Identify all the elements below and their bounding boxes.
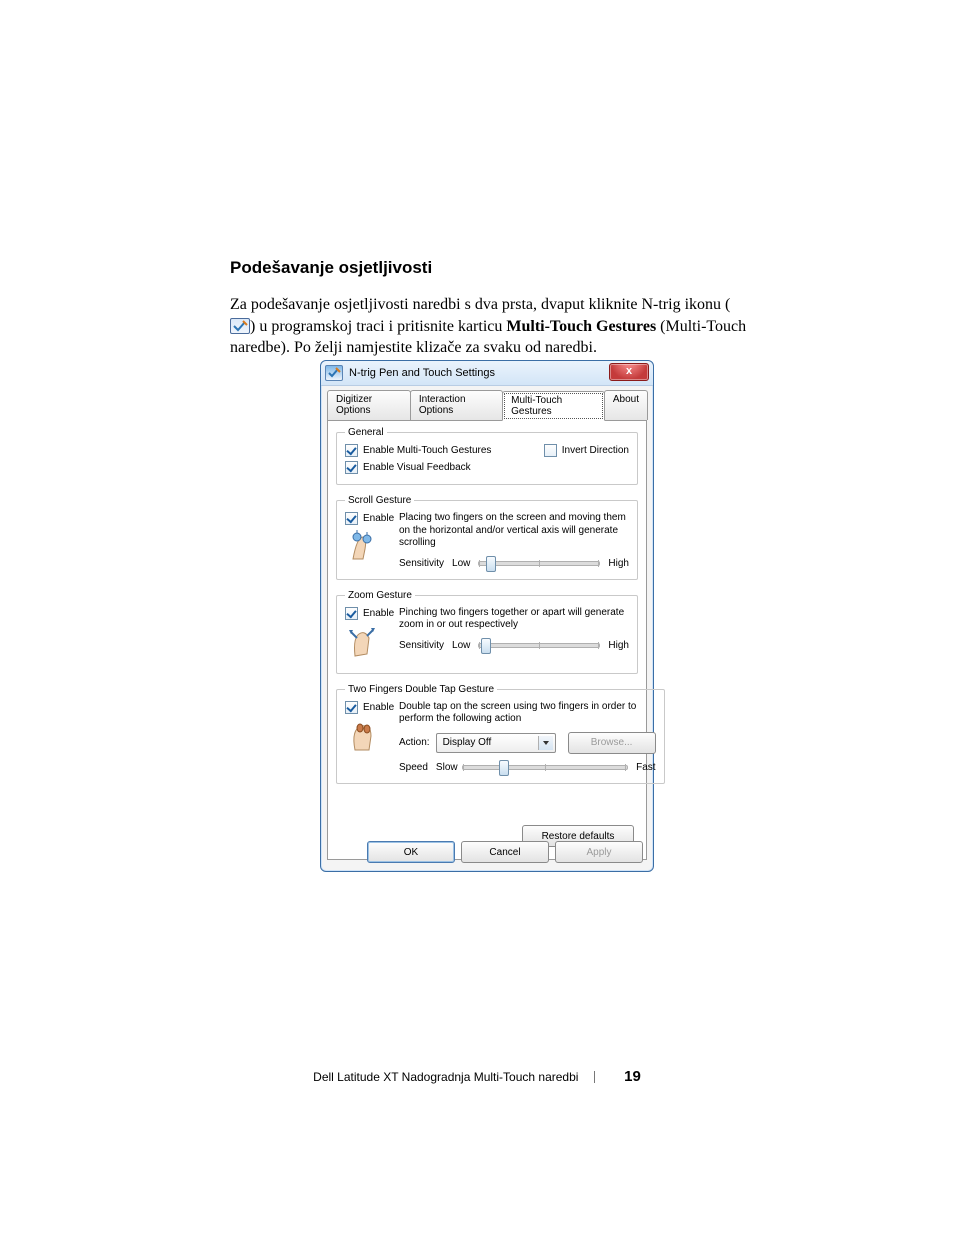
sensitivity-label: Sensitivity — [399, 558, 444, 569]
group-legend: General — [345, 427, 387, 438]
chevron-down-icon — [538, 736, 553, 750]
paragraph-text: Za podešavanje osjetljivosti naredbi s d… — [230, 296, 730, 313]
paragraph-bold: Multi-Touch Gestures — [506, 318, 656, 335]
group-legend: Scroll Gesture — [345, 495, 414, 506]
checkbox-label: Enable — [363, 608, 394, 619]
low-label: Low — [452, 640, 470, 651]
ntrig-app-icon — [325, 365, 343, 381]
checkbox-scroll-enable[interactable] — [345, 512, 358, 525]
sensitivity-label: Sensitivity — [399, 640, 444, 651]
page-footer: Dell Latitude XT Nadogradnja Multi-Touch… — [0, 1068, 954, 1085]
footer-text: Dell Latitude XT Nadogradnja Multi-Touch… — [313, 1070, 578, 1084]
checkbox-label: Enable Visual Feedback — [363, 462, 471, 473]
doubletap-speed-slider[interactable] — [462, 765, 628, 770]
double-tap-gesture-icon — [345, 718, 381, 754]
scroll-gesture-icon — [345, 529, 381, 565]
paragraph-text: ) u programskoj traci i pritisnite karti… — [250, 318, 506, 335]
group-legend: Two Fingers Double Tap Gesture — [345, 684, 497, 695]
title-bar[interactable]: N-trig Pen and Touch Settings x — [321, 361, 653, 386]
ntrig-tray-icon — [230, 318, 250, 334]
tab-row: Digitizer Options Interaction Options Mu… — [321, 386, 653, 420]
tab-about[interactable]: About — [604, 390, 648, 420]
scroll-sensitivity-slider[interactable] — [478, 561, 600, 566]
group-legend: Zoom Gesture — [345, 590, 415, 601]
tab-interaction-options[interactable]: Interaction Options — [410, 390, 503, 420]
tab-multi-touch-gestures[interactable]: Multi-Touch Gestures — [502, 391, 605, 421]
checkbox-label: Enable Multi-Touch Gestures — [363, 445, 491, 456]
apply-button[interactable]: Apply — [555, 841, 643, 863]
checkbox-zoom-enable[interactable] — [345, 607, 358, 620]
checkbox-doubletap-enable[interactable] — [345, 701, 358, 714]
browse-button[interactable]: Browse... — [568, 732, 656, 754]
zoom-sensitivity-slider[interactable] — [478, 643, 600, 648]
high-label: High — [608, 558, 629, 569]
slow-label: Slow — [436, 762, 454, 773]
settings-dialog: N-trig Pen and Touch Settings x Digitize… — [320, 360, 654, 872]
action-dropdown[interactable]: Display Off — [436, 733, 556, 753]
section-heading: Podešavanje osjetljivosti — [230, 258, 750, 278]
checkbox-label: Enable — [363, 513, 394, 524]
group-double-tap-gesture: Two Fingers Double Tap Gesture Enable Do… — [336, 684, 665, 784]
zoom-description: Pinching two fingers together or apart w… — [399, 607, 629, 632]
speed-label: Speed — [399, 762, 428, 773]
close-icon: x — [626, 365, 632, 377]
footer-separator — [594, 1071, 595, 1083]
group-scroll-gesture: Scroll Gesture Enable Placing two f — [336, 495, 638, 580]
group-general: General Enable Multi-Touch Gestures Inve… — [336, 427, 638, 485]
window-title: N-trig Pen and Touch Settings — [349, 367, 495, 379]
fast-label: Fast — [636, 762, 655, 773]
tab-digitizer-options[interactable]: Digitizer Options — [327, 390, 411, 420]
ok-button[interactable]: OK — [367, 841, 455, 863]
zoom-gesture-icon — [345, 624, 381, 660]
checkbox-label: Invert Direction — [562, 445, 629, 456]
cancel-button[interactable]: Cancel — [461, 841, 549, 863]
checkbox-enable-visual-feedback[interactable] — [345, 461, 358, 474]
close-button[interactable]: x — [609, 363, 649, 381]
dialog-buttons: OK Cancel Apply — [367, 841, 643, 863]
checkbox-enable-multitouch[interactable] — [345, 444, 358, 457]
high-label: High — [608, 640, 629, 651]
dropdown-value: Display Off — [443, 737, 492, 748]
action-label: Action: — [399, 737, 430, 748]
tab-panel: General Enable Multi-Touch Gestures Inve… — [327, 420, 647, 860]
page-number: 19 — [624, 1068, 641, 1085]
checkbox-invert-direction[interactable] — [544, 444, 557, 457]
scroll-description: Placing two fingers on the screen and mo… — [399, 512, 629, 550]
section-paragraph: Za podešavanje osjetljivosti naredbi s d… — [230, 294, 750, 359]
doubletap-description: Double tap on the screen using two finge… — [399, 701, 656, 726]
group-zoom-gesture: Zoom Gesture Enable Pinching two fi — [336, 590, 638, 674]
checkbox-label: Enable — [363, 702, 394, 713]
document-content: Podešavanje osjetljivosti Za podešavanje… — [230, 258, 750, 375]
low-label: Low — [452, 558, 470, 569]
